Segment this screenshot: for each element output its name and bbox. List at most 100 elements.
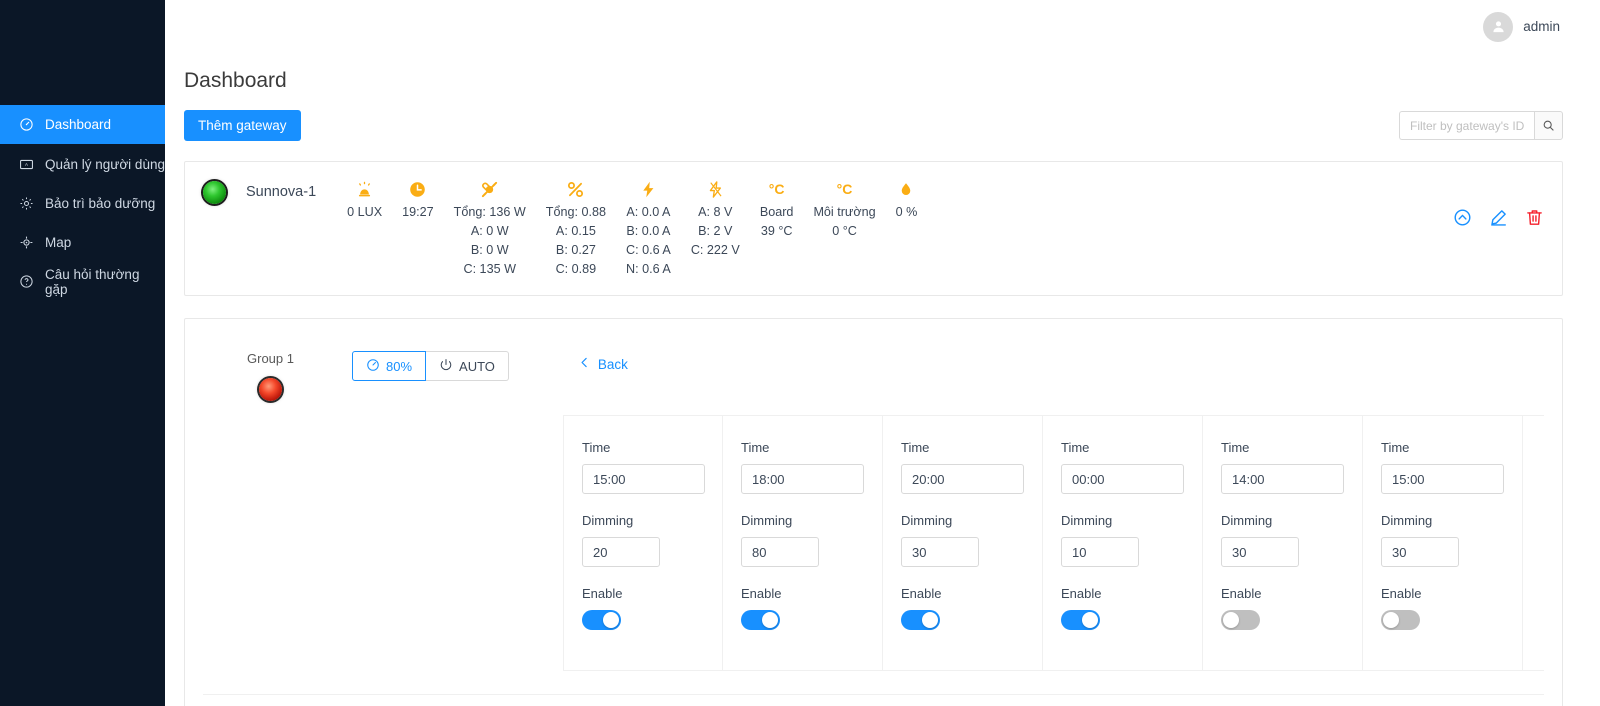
group-control-row: Group 1 80% AUTO Back [203, 337, 1544, 401]
enable-toggle[interactable] [1221, 610, 1260, 630]
time-input[interactable] [582, 464, 705, 494]
metric-value: 19:27 [402, 205, 434, 219]
percent-icon [565, 176, 586, 202]
auto-mode-label: AUTO [459, 358, 495, 374]
dimming-label: Dimming [1381, 513, 1433, 528]
schedule-column: Time Dimming Enable [1043, 416, 1203, 670]
metric-value: B: 2 V [698, 224, 733, 238]
dimming-label: Dimming [1221, 513, 1273, 528]
metric-value: 0 % [895, 205, 918, 219]
dimming-input[interactable] [1381, 537, 1459, 567]
gateway-actions [1453, 208, 1544, 227]
sidebar-item-label: Dashboard [45, 117, 112, 132]
mode-segment-group: 80% AUTO [352, 351, 509, 381]
auto-mode-button[interactable]: AUTO [426, 351, 509, 381]
time-input[interactable] [1381, 464, 1504, 494]
chevron-left-icon [578, 356, 591, 372]
sidebar-item-faq[interactable]: Câu hỏi thường gặp [0, 262, 165, 301]
schedule-column: Time Dimming Enable [1363, 416, 1523, 670]
user-avatar-icon [1483, 11, 1514, 42]
chevron-up-circle-icon[interactable] [1453, 208, 1472, 227]
sidebar: Dashboard A Quản lý người dùng Bảo trì b… [0, 0, 165, 706]
metric-humidity: 0 % [886, 176, 928, 222]
bolt-filled-icon [639, 176, 658, 202]
main-content: admin Dashboard Thêm gateway Sunnova-1 [165, 0, 1600, 706]
metric-lux: 0 LUX [337, 176, 392, 222]
metric-value: C: 222 V [690, 243, 740, 257]
enable-toggle[interactable] [1061, 610, 1100, 630]
group-status-led[interactable] [259, 378, 282, 401]
metric-ambient-temperature: °C Môi trường 0 °C [803, 176, 885, 241]
gateway-filter [1399, 111, 1563, 140]
add-gateway-button[interactable]: Thêm gateway [184, 110, 301, 141]
dimming-input[interactable] [582, 537, 660, 567]
clock-icon [408, 176, 427, 202]
metric-power: Tổng: 136 W A: 0 W B: 0 W C: 135 W [444, 176, 536, 279]
schedule-card: Group 1 80% AUTO Back Time 15:00 Dimming… [184, 318, 1563, 706]
metric-value: C: 0.89 [555, 262, 597, 276]
enable-toggle[interactable] [901, 610, 940, 630]
time-label: Time [1221, 440, 1250, 455]
dimming-level-button[interactable]: 80% [352, 351, 427, 381]
celsius-icon: °C [836, 181, 853, 197]
back-link[interactable]: Back [578, 356, 628, 372]
dimming-level-label: 80% [386, 358, 413, 374]
power-icon [439, 358, 453, 375]
metric-value: A: 0.0 A [626, 205, 671, 219]
gauge-icon [366, 358, 380, 375]
page-title: Dashboard [184, 69, 287, 92]
gateway-status-led [203, 181, 226, 204]
time-input[interactable] [741, 464, 864, 494]
water-drop-icon [898, 176, 914, 202]
metric-power-factor: Tổng: 0.88 A: 0.15 B: 0.27 C: 0.89 [536, 176, 616, 279]
group-block: Group 1 [203, 337, 338, 401]
enable-toggle[interactable] [582, 610, 621, 630]
help-circle-icon [18, 274, 34, 290]
sidebar-item-user-management[interactable]: A Quản lý người dùng [0, 145, 165, 184]
gateway-metrics: 0 LUX 19:27 Tổng: 136 W A: 0 W B: 0 W C:… [337, 176, 927, 279]
sidebar-item-label: Câu hỏi thường gặp [45, 266, 140, 297]
metric-value: B: 0.0 A [626, 224, 671, 238]
metric-value: Tổng: 0.88 [545, 205, 606, 219]
gateway-card: Sunnova-1 0 LUX 19:27 Tổng: 136 W A: 0 W… [184, 161, 1563, 296]
schedule-column: Time Dimming Enable [563, 416, 723, 670]
dimming-input[interactable] [741, 537, 819, 567]
sidebar-item-map[interactable]: Map [0, 223, 165, 262]
schedule-column: Time Dimming Enable [1203, 416, 1363, 670]
time-input[interactable] [901, 464, 1024, 494]
metric-label: Môi trường [813, 205, 876, 219]
gateway-name: Sunnova-1 [246, 184, 317, 200]
trash-icon[interactable] [1525, 208, 1544, 227]
users-icon: A [18, 157, 34, 173]
time-input[interactable] [1061, 464, 1184, 494]
sidebar-item-dashboard[interactable]: Dashboard [0, 105, 165, 144]
sidebar-item-maintenance[interactable]: Bảo trì bảo dưỡng [0, 184, 165, 223]
metric-time: 19:27 [392, 176, 444, 222]
schedule-footer: Save [203, 694, 1544, 706]
schedule-column: Time Dimming Enable [723, 416, 883, 670]
user-menu[interactable]: admin [1483, 11, 1560, 42]
dimming-label: Dimming [1061, 513, 1113, 528]
time-input[interactable] [1221, 464, 1344, 494]
topbar: admin [165, 0, 1600, 53]
metric-board-temperature: °C Board 39 °C [750, 176, 804, 241]
enable-toggle[interactable] [741, 610, 780, 630]
metric-current: A: 0.0 A B: 0.0 A C: 0.6 A N: 0.6 A [616, 176, 681, 279]
dimming-input[interactable] [1061, 537, 1139, 567]
metric-value: 0 °C [832, 224, 857, 238]
dimming-input[interactable] [1221, 537, 1299, 567]
dashboard-icon [18, 117, 34, 133]
plug-icon [479, 176, 500, 202]
metric-voltage: A: 8 V B: 2 V C: 222 V [681, 176, 750, 260]
pencil-icon[interactable] [1489, 208, 1508, 227]
toolbar: Thêm gateway [184, 110, 1563, 141]
metric-value: A: 0.15 [555, 224, 596, 238]
dimming-input[interactable] [901, 537, 979, 567]
metric-value: B: 0.27 [555, 243, 596, 257]
search-input[interactable] [1399, 111, 1534, 140]
search-button[interactable] [1534, 111, 1563, 140]
schedule-grid: Time Dimming Enable Time Dimming Enable [563, 415, 1544, 671]
group-label: Group 1 [247, 351, 294, 366]
enable-toggle[interactable] [1381, 610, 1420, 630]
gear-icon [18, 196, 34, 212]
